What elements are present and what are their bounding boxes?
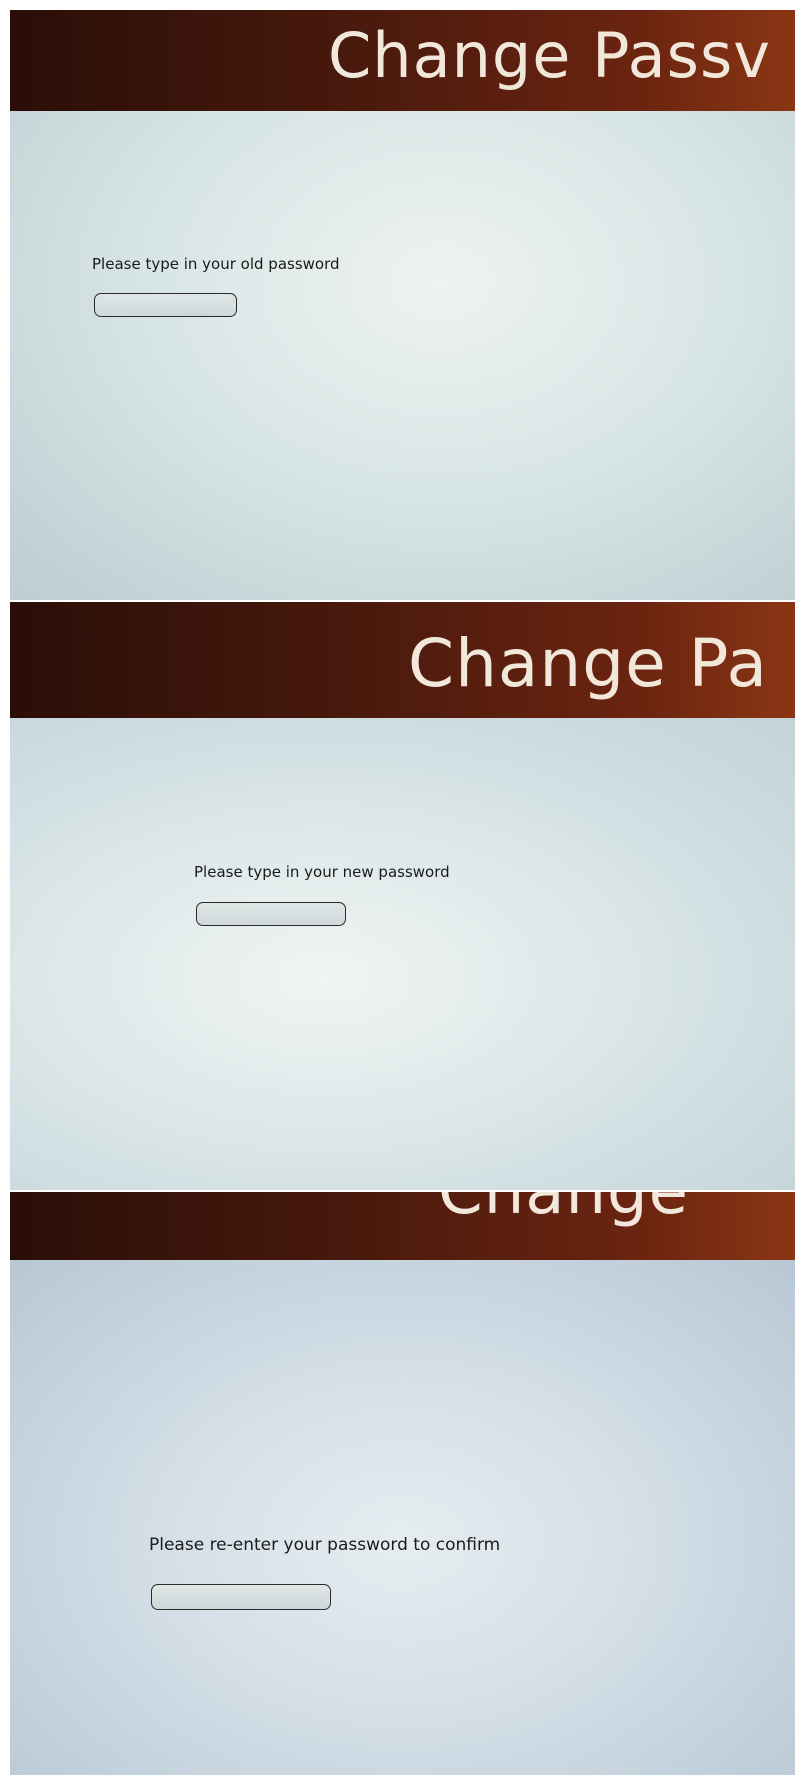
new-password-field[interactable] [196, 902, 346, 926]
change-password-screen-old: Change Passv Please type in your old pas… [10, 10, 795, 600]
header-bar: Change Passv [10, 10, 795, 111]
content-area: Please type in your old password [10, 111, 795, 600]
old-password-field[interactable] [94, 293, 237, 317]
confirm-password-field[interactable] [151, 1584, 331, 1610]
header-bar: Change [10, 1192, 795, 1260]
header-title: Change Passv [328, 19, 771, 92]
change-password-screen-confirm: Change Please re-enter your password to … [10, 1192, 795, 1775]
header-title: Change [438, 1192, 690, 1229]
content-area: Please type in your new password [10, 718, 795, 1190]
change-password-screen-new: Change Pa Please type in your new passwo… [10, 602, 795, 1190]
header-title: Change Pa [408, 625, 768, 702]
header-bar: Change Pa [10, 602, 795, 718]
old-password-prompt: Please type in your old password [92, 255, 340, 273]
confirm-password-prompt: Please re-enter your password to confirm [149, 1535, 501, 1555]
content-area: Please re-enter your password to confirm [10, 1260, 795, 1775]
new-password-prompt: Please type in your new password [194, 863, 450, 881]
